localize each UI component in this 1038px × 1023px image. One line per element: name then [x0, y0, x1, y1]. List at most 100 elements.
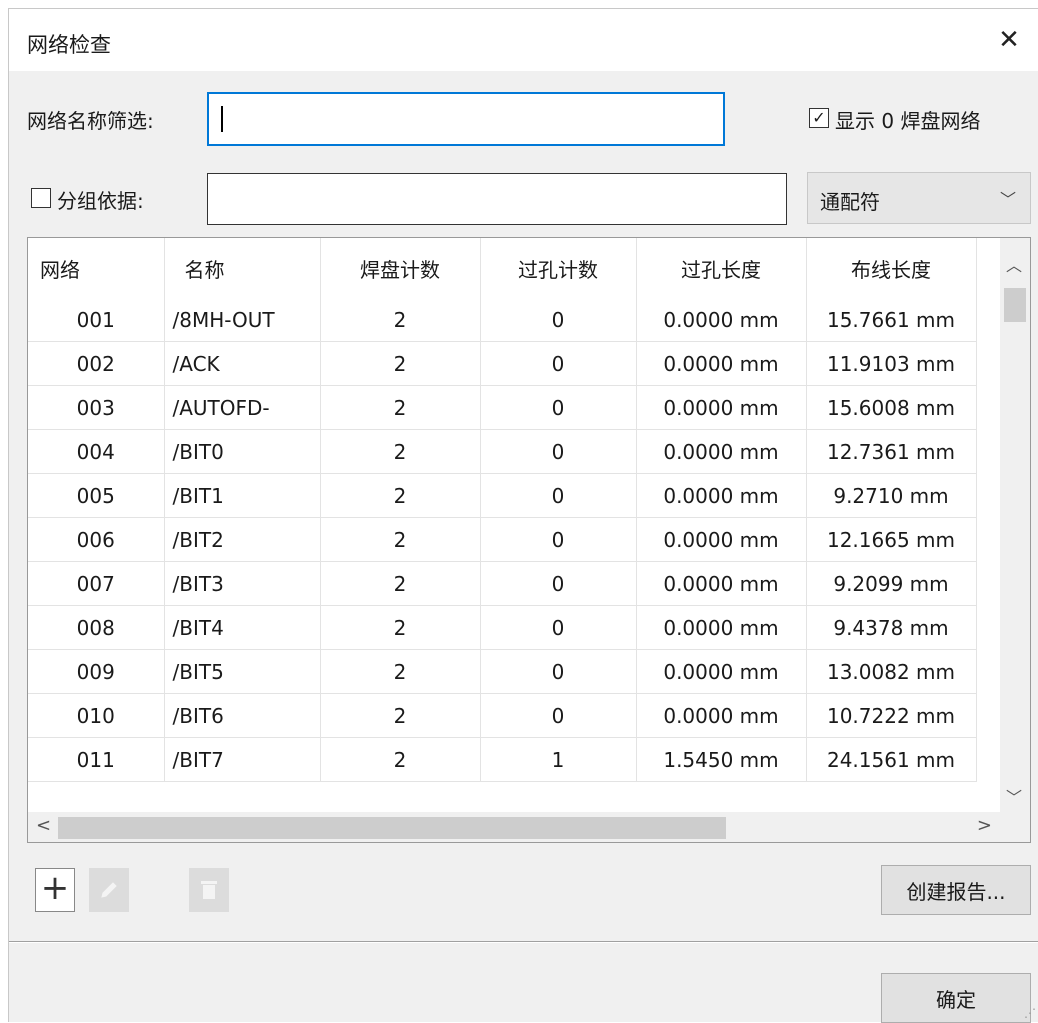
trash-icon [201, 881, 217, 899]
table-cell: 0.0000 mm [636, 429, 807, 474]
table-row[interactable]: 001/8MH-OUT 2 0 0.0000 mm 15.7661 mm [28, 298, 977, 342]
scroll-down-icon[interactable]: ﹀ [1006, 784, 1022, 808]
group-by-checkbox[interactable] [31, 188, 51, 208]
table-row[interactable]: 008/BIT4 2 0 0.0000 mm 9.4378 mm [28, 605, 977, 650]
table-cell: 11.9103 mm [806, 341, 977, 386]
column-header[interactable]: 过孔长度 [636, 238, 807, 298]
table-row[interactable]: 004/BIT0 2 0 0.0000 mm 12.7361 mm [28, 429, 977, 474]
column-header[interactable]: 布线长度 [806, 238, 977, 298]
table-cell: 0 [480, 605, 637, 650]
table-cell: 12.1665 mm [806, 517, 977, 562]
table-cell: 0.0000 mm [636, 605, 807, 650]
dialog-title: 网络检查 [27, 33, 111, 57]
close-icon[interactable]: ✕ [989, 21, 1029, 59]
table-cell: 2 [320, 605, 481, 650]
table-cell: 24.1561 mm [806, 737, 977, 782]
table-cell: 1.5450 mm [636, 737, 807, 782]
table-cell: 0 [480, 517, 637, 562]
text-caret [221, 106, 223, 132]
table-cell: 007 [28, 561, 165, 606]
table-row[interactable]: 009/BIT5 2 0 0.0000 mm 13.0082 mm [28, 649, 977, 694]
table-cell: 9.4378 mm [806, 605, 977, 650]
table-cell: /BIT3 [164, 561, 321, 606]
chevron-down-icon: ﹀ [999, 190, 1016, 209]
vertical-scroll-thumb[interactable] [1004, 288, 1026, 322]
table-cell: 9.2099 mm [806, 561, 977, 606]
table-cell: 005 [28, 473, 165, 518]
table-cell: 12.7361 mm [806, 429, 977, 474]
table-cell: /BIT0 [164, 429, 321, 474]
table-cell: 0 [480, 473, 637, 518]
table-cell: /BIT1 [164, 473, 321, 518]
horizontal-scrollbar[interactable]: < > [28, 812, 1030, 842]
table-cell: 2 [320, 341, 481, 386]
scroll-up-icon[interactable]: ︿ [1006, 252, 1022, 276]
table-row[interactable]: 011/BIT7 2 1 1.5450 mm 24.1561 mm [28, 737, 977, 782]
net-grid: 网络 名称 焊盘计数 过孔计数 过孔长度 布线长度 001/8MH-OUT 2 0 0.0000… [28, 238, 977, 782]
table-cell: 2 [320, 385, 481, 430]
table-cell: 13.0082 mm [806, 649, 977, 694]
table-row[interactable]: 006/BIT2 2 0 0.0000 mm 12.1665 mm [28, 517, 977, 562]
table-cell: 002 [28, 341, 165, 386]
scroll-left-icon[interactable]: < [36, 815, 51, 836]
table-cell: 003 [28, 385, 165, 430]
add-net-button[interactable]: + [35, 868, 75, 912]
table-cell: 2 [320, 737, 481, 782]
group-by-input[interactable] [207, 173, 787, 225]
net-name-filter-input[interactable] [207, 92, 725, 146]
show-zero-pad-label: 显示 0 焊盘网络 [835, 109, 981, 133]
resize-grip-icon[interactable]: ⋰ [1024, 1006, 1036, 1020]
net-inspector-dialog: 网络检查 ✕ 网络名称筛选: ✓ 显示 0 焊盘网络 分组依据: 通配符 ﹀ 网… [8, 8, 1038, 1023]
column-header[interactable]: 过孔计数 [480, 238, 637, 298]
scroll-right-icon[interactable]: > [977, 815, 992, 836]
table-cell: 2 [320, 649, 481, 694]
table-row[interactable]: 003/AUTOFD- 2 0 0.0000 mm 15.6008 mm [28, 385, 977, 430]
table-cell: 15.6008 mm [806, 385, 977, 430]
table-cell: 0.0000 mm [636, 341, 807, 386]
table-cell: 0 [480, 385, 637, 430]
ok-button[interactable]: 确定 [881, 973, 1031, 1023]
pencil-icon [101, 882, 117, 898]
table-cell: 0 [480, 693, 637, 738]
table-row[interactable]: 005/BIT1 2 0 0.0000 mm 9.2710 mm [28, 473, 977, 518]
group-by-label: 分组依据: [57, 189, 144, 213]
table-cell: 0.0000 mm [636, 473, 807, 518]
column-header[interactable]: 名称 [164, 238, 321, 298]
column-header[interactable]: 焊盘计数 [320, 238, 481, 298]
table-cell: 10.7222 mm [806, 693, 977, 738]
match-mode-value: 通配符 [820, 190, 880, 214]
table-cell: 0 [480, 298, 637, 342]
table-cell: 2 [320, 517, 481, 562]
table-cell: /BIT4 [164, 605, 321, 650]
table-cell: 010 [28, 693, 165, 738]
net-name-filter-label: 网络名称筛选: [27, 109, 154, 133]
create-report-button[interactable]: 创建报告... [881, 865, 1031, 915]
table-row[interactable]: 002/ACK 2 0 0.0000 mm 11.9103 mm [28, 341, 977, 386]
table-cell: 011 [28, 737, 165, 782]
table-row[interactable]: 010/BIT6 2 0 0.0000 mm 10.7222 mm [28, 693, 977, 738]
table-cell: 006 [28, 517, 165, 562]
scroll-corner [1000, 812, 1030, 842]
column-header[interactable]: 网络 [28, 238, 165, 298]
table-cell: 009 [28, 649, 165, 694]
vertical-scrollbar[interactable]: ︿ ﹀ [1000, 238, 1030, 812]
horizontal-scroll-thumb[interactable] [58, 817, 726, 839]
table-cell: 0 [480, 341, 637, 386]
plus-icon: + [40, 868, 70, 908]
delete-net-button[interactable] [189, 868, 229, 912]
table-cell: /ACK [164, 341, 321, 386]
table-cell: 0.0000 mm [636, 385, 807, 430]
net-table: 网络 名称 焊盘计数 过孔计数 过孔长度 布线长度 001/8MH-OUT 2 0 0.0000… [27, 237, 1031, 843]
table-cell: 2 [320, 298, 481, 342]
table-cell: 0.0000 mm [636, 517, 807, 562]
edit-net-button[interactable] [89, 868, 129, 912]
table-cell: 0.0000 mm [636, 561, 807, 606]
show-zero-pad-checkbox[interactable]: ✓ [809, 108, 829, 128]
table-header-row: 网络 名称 焊盘计数 过孔计数 过孔长度 布线长度 [28, 238, 977, 298]
table-row[interactable]: 007/BIT3 2 0 0.0000 mm 9.2099 mm [28, 561, 977, 606]
table-cell: /BIT5 [164, 649, 321, 694]
table-cell: 9.2710 mm [806, 473, 977, 518]
match-mode-select[interactable]: 通配符 ﹀ [807, 172, 1031, 224]
table-cell: 0.0000 mm [636, 298, 807, 342]
table-cell: /BIT2 [164, 517, 321, 562]
